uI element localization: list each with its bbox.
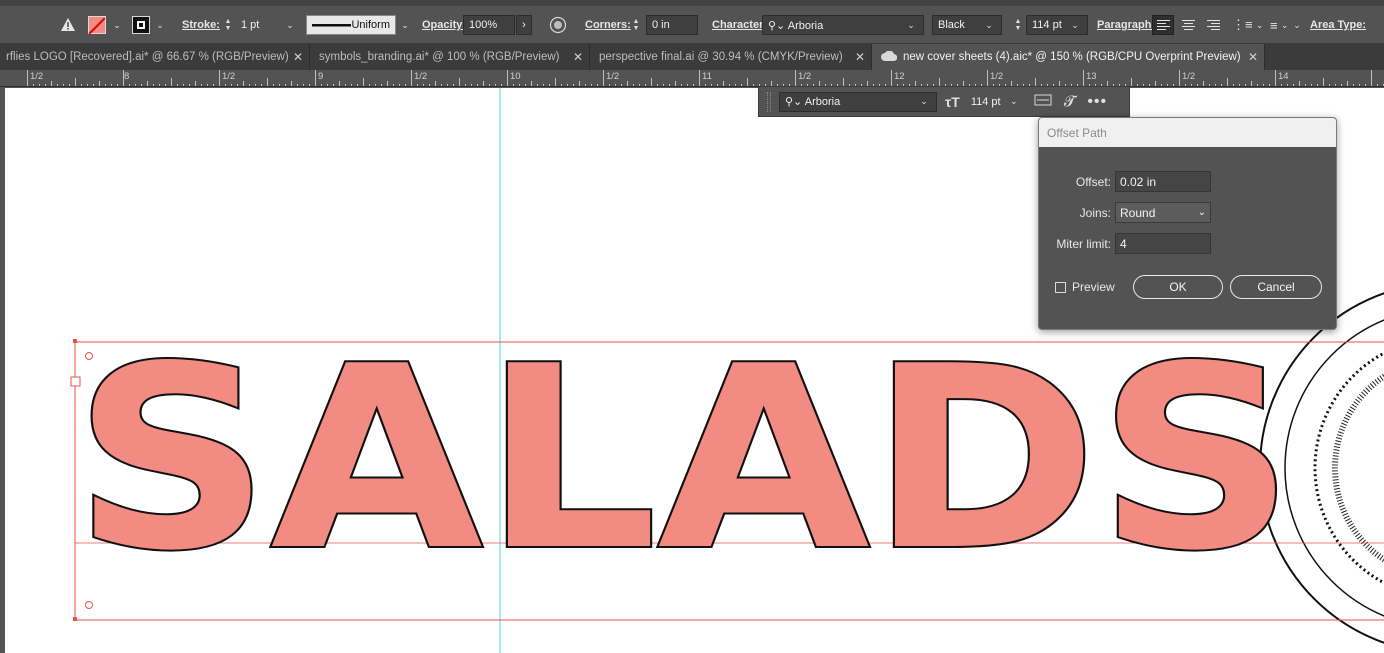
control-bar: ⌄ ⌄ Stroke: ▲ ▼ 1 pt ⌄ Uniform ⌄ Opacity:…: [0, 0, 1384, 44]
area-type-label[interactable]: Area Type:: [1310, 14, 1366, 36]
font-family-field[interactable]: ⚲⌄ Arboria ⌄: [762, 14, 924, 36]
tab-document[interactable]: rflies LOGO [Recovered].ai* @ 66.67 % (R…: [0, 44, 310, 70]
fill-dropdown-chevron-icon[interactable]: ⌄: [110, 14, 124, 36]
ruler-label: 1/2: [30, 71, 44, 82]
chevron-down-icon: ⌄: [1197, 207, 1206, 218]
ruler-label: 13: [1086, 71, 1097, 82]
miter-limit-input[interactable]: 4: [1115, 233, 1211, 254]
ok-button[interactable]: OK: [1133, 275, 1223, 299]
ruler-label: 1/2: [798, 71, 812, 82]
offset-row: Offset: 0.02 in: [1075, 171, 1211, 192]
chevron-down-icon: ⌄: [1010, 96, 1018, 106]
opacity-arrow-icon[interactable]: ›: [516, 14, 532, 36]
stroke-weight-dropdown-icon[interactable]: ⌄: [283, 14, 297, 36]
ruler-label: 1/2: [1182, 71, 1196, 82]
stroke-swatch[interactable]: [132, 14, 150, 36]
opacity-label[interactable]: Opacity:: [422, 14, 466, 36]
ruler-label: 1/2: [990, 71, 1004, 82]
chevron-down-icon: ⌄: [920, 96, 928, 106]
preview-label: Preview: [1072, 280, 1115, 294]
tab-document[interactable]: perspective final.ai @ 30.94 % (CMYK/Pre…: [590, 44, 872, 70]
stroke-profile-dropdown-icon[interactable]: ⌄: [398, 14, 412, 36]
close-icon[interactable]: ✕: [293, 50, 303, 64]
floating-character-panel: ⚲⌄ Arboria ⌄ τT 114 pt ⌄ 𝓣 •••: [758, 86, 1130, 117]
stroke-weight-field[interactable]: 1 pt: [236, 14, 284, 36]
stroke-weight-stepper[interactable]: ▲ ▼: [222, 14, 234, 36]
corners-field[interactable]: 0 in: [646, 14, 698, 36]
close-icon[interactable]: ✕: [1248, 50, 1258, 64]
ruler-label: 1/2: [414, 71, 428, 82]
font-size-stepper[interactable]: ▲ ▼: [1012, 14, 1024, 36]
tab-document[interactable]: symbols_branding.ai* @ 100 % (RGB/Previe…: [310, 44, 590, 70]
ruler-label: 1/2: [606, 71, 620, 82]
cancel-button[interactable]: Cancel: [1230, 275, 1322, 299]
menu-strip: [0, 0, 1384, 6]
horizontal-ruler[interactable]: 1/2 8 1/2 9 1/2 10 1/2 11 1/2 12 1/2 13 …: [0, 70, 1384, 87]
bullets-list-icon[interactable]: ⋮≡ ⌄: [1232, 14, 1267, 36]
preview-checkbox-box[interactable]: [1055, 281, 1066, 293]
recolor-artwork-icon[interactable]: [549, 14, 567, 36]
offset-label: Offset:: [1075, 174, 1111, 189]
dialog-title[interactable]: Offset Path: [1039, 118, 1336, 147]
more-chevron-icon[interactable]: ⌄: [1290, 14, 1304, 36]
font-family-chevron-icon: ⌄: [907, 19, 915, 30]
align-right-button[interactable]: [1202, 14, 1224, 36]
align-left-button[interactable]: [1152, 14, 1174, 36]
font-search-icon: ⚲⌄: [768, 19, 786, 32]
stroke-dropdown-chevron-icon[interactable]: ⌄: [153, 14, 167, 36]
font-style-field[interactable]: Black ⌄: [932, 14, 1002, 36]
paragraph-label[interactable]: Paragraph:: [1097, 14, 1155, 36]
warning-icon[interactable]: [60, 14, 76, 36]
panel-grip-handle[interactable]: [767, 91, 771, 112]
opacity-field[interactable]: 100%: [463, 14, 515, 36]
salads-artwork-text[interactable]: SALADS: [71, 311, 1297, 608]
fill-swatch[interactable]: [88, 14, 106, 36]
offset-input[interactable]: 0.02 in: [1115, 171, 1211, 192]
preview-checkbox[interactable]: Preview: [1055, 280, 1115, 294]
miter-limit-label: Miter limit:: [1056, 236, 1111, 251]
float-font-size-field[interactable]: 114 pt ⌄: [966, 92, 1026, 112]
font-size-icon: τT: [945, 93, 960, 110]
more-options-icon[interactable]: •••: [1087, 93, 1107, 111]
type-icon[interactable]: 𝓣: [1064, 93, 1076, 110]
ruler-ticks: [27, 70, 1384, 86]
corners-label[interactable]: Corners:: [585, 14, 631, 36]
ruler-label: 11: [702, 71, 712, 82]
offset-path-dialog: Offset Path Offset: 0.02 in Joins: Round…: [1038, 117, 1337, 330]
cloud-icon: [881, 50, 898, 64]
document-tabs: rflies LOGO [Recovered].ai* @ 66.67 % (R…: [0, 44, 1384, 70]
align-box-icon[interactable]: [1034, 94, 1052, 109]
corners-stepper[interactable]: ▲ ▼: [630, 14, 642, 36]
stroke-profile-select[interactable]: Uniform: [306, 14, 396, 36]
character-label[interactable]: Character:: [712, 14, 767, 36]
ruler-label: 10: [510, 71, 521, 82]
stroke-label[interactable]: Stroke:: [182, 14, 220, 36]
joins-label: Joins:: [1079, 205, 1111, 220]
close-icon[interactable]: ✕: [573, 50, 583, 64]
ruler-label: 9: [318, 71, 324, 82]
tab-document-active[interactable]: new cover sheets (4).aic* @ 150 % (RGB/C…: [872, 44, 1265, 70]
joins-select[interactable]: Round ⌄: [1115, 202, 1211, 223]
align-center-button[interactable]: [1177, 14, 1199, 36]
float-font-family-field[interactable]: ⚲⌄ Arboria ⌄: [779, 91, 937, 112]
ruler-label: 8: [124, 71, 130, 82]
miter-row: Miter limit: 4: [1054, 233, 1211, 254]
ruler-label: 1/2: [222, 71, 236, 82]
font-style-chevron-icon: ⌄: [985, 19, 993, 30]
numbered-list-icon[interactable]: ≡ ⌄: [1270, 14, 1292, 36]
joins-row: Joins: Round ⌄: [1075, 202, 1211, 223]
ruler-label: 14: [1278, 71, 1289, 82]
close-icon[interactable]: ✕: [855, 50, 865, 64]
font-search-icon: ⚲⌄: [785, 96, 803, 108]
font-size-chevron-icon: ⌄: [1071, 19, 1079, 30]
font-size-field[interactable]: 114 pt ⌄: [1026, 14, 1088, 36]
ruler-label: 12: [894, 71, 905, 82]
